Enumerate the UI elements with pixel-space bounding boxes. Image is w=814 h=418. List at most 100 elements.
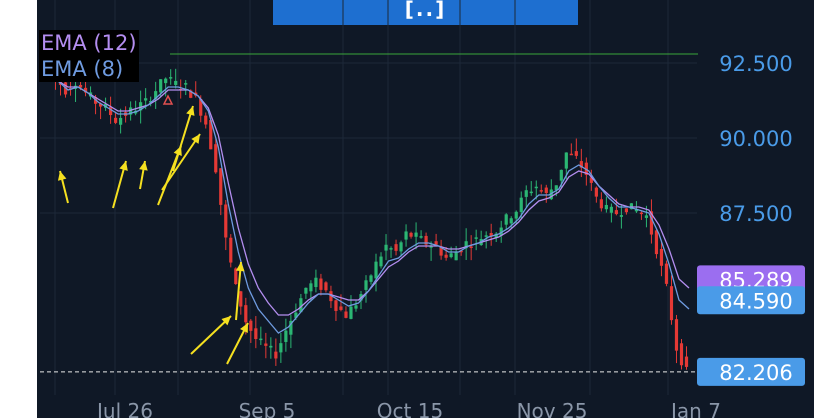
candle[interactable] [509,218,513,224]
candle[interactable] [354,305,358,309]
price-badge-label: 82.206 [719,361,792,385]
candle[interactable] [164,78,168,84]
candle[interactable] [559,169,563,181]
candle[interactable] [284,330,288,342]
x-tick-label: Jan 7 [669,399,721,418]
candle[interactable] [339,306,343,310]
candle[interactable] [454,252,458,261]
candle[interactable] [364,280,368,290]
candle[interactable] [244,305,248,323]
legend-ema8[interactable]: EMA (8) [39,56,139,82]
yellow-arrow-head-icon [139,161,148,171]
candle[interactable] [254,328,258,340]
candle[interactable] [484,235,488,237]
candle[interactable] [679,343,684,366]
candle[interactable] [569,153,573,156]
candle[interactable] [534,186,538,189]
candle[interactable] [674,319,679,351]
candle[interactable] [614,210,618,215]
candle[interactable] [659,248,664,266]
candle[interactable] [564,152,568,169]
candle[interactable] [264,343,268,346]
candle[interactable] [619,215,623,217]
candle[interactable] [609,206,613,213]
candle[interactable] [204,115,208,125]
candle[interactable] [314,277,318,288]
candle[interactable] [654,230,659,255]
candle[interactable] [519,197,523,212]
legend-ema12[interactable]: EMA (12) [39,30,139,56]
yellow-arrow-head-icon [191,134,200,144]
y-tick-label: 90.000 [719,127,792,151]
candle[interactable] [309,283,313,292]
x-tick-label: Nov 25 [517,399,588,418]
candle[interactable] [269,345,273,348]
candle[interactable] [504,214,508,225]
candle[interactable] [304,287,308,294]
candle[interactable] [514,211,518,219]
candle[interactable] [234,268,238,284]
ema-12-line [47,74,690,316]
candle[interactable] [174,80,178,85]
candle[interactable] [239,291,243,307]
candle[interactable] [624,208,629,213]
x-tick-label: Sep 5 [239,399,296,418]
candle[interactable] [214,144,218,173]
price-badge-label: 84.590 [719,289,792,313]
candle[interactable] [474,237,478,239]
candle[interactable] [219,168,223,205]
y-tick-label: 87.500 [719,202,792,226]
price-badge: 84.590 [697,286,805,315]
candle[interactable] [324,282,328,291]
candle[interactable] [644,215,649,218]
candle[interactable] [184,83,188,85]
candle[interactable] [274,351,278,359]
triangle-icon [162,94,174,105]
candle[interactable] [684,356,689,367]
candle[interactable] [259,338,263,341]
candle[interactable] [639,212,644,215]
chart-screen: [..] EMA (12) EMA (8) 92.500 90.000 87.500… [0,0,814,418]
candle[interactable] [409,232,413,237]
candle[interactable] [669,286,674,321]
candle[interactable] [169,77,173,79]
candle[interactable] [114,117,118,123]
candle[interactable] [394,244,398,251]
candle[interactable] [664,263,669,284]
candle[interactable] [119,117,123,125]
candle[interactable] [389,248,393,250]
x-tick-label: Oct 15 [377,399,443,418]
candle[interactable] [249,320,253,331]
candle[interactable] [224,204,228,238]
candle[interactable] [344,311,348,318]
candle[interactable] [279,343,283,353]
candle[interactable] [319,278,323,290]
candle[interactable] [384,244,388,251]
candle[interactable] [544,187,548,193]
candle[interactable] [229,237,233,263]
ema-8-line [47,71,690,334]
candle[interactable] [449,253,453,258]
candle[interactable] [594,187,598,197]
candle[interactable] [469,246,473,248]
candle[interactable] [159,79,163,93]
indicator-legend: EMA (12) EMA (8) [39,30,139,82]
candle[interactable] [574,151,578,156]
candle[interactable] [444,254,448,258]
candle[interactable] [524,190,528,197]
candle[interactable] [529,191,533,194]
candle[interactable] [379,256,383,267]
candle[interactable] [144,98,148,101]
yellow-arrow-head-icon [235,262,245,272]
candle[interactable] [369,275,373,282]
candle[interactable] [374,261,378,279]
candle[interactable] [334,300,338,311]
candle[interactable] [399,242,403,252]
candle[interactable] [349,306,353,319]
candle[interactable] [404,231,408,240]
candle[interactable] [414,232,418,237]
candle[interactable] [419,236,423,238]
candle[interactable] [604,204,608,210]
candle[interactable] [599,199,603,209]
candle[interactable] [539,190,543,192]
